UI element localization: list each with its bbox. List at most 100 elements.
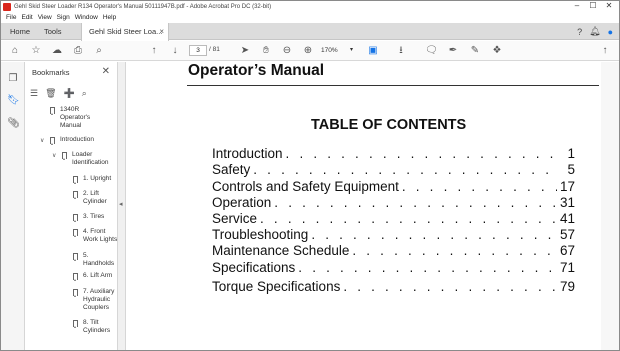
- page-header: Operator’s Manual: [188, 62, 325, 79]
- bookmark-star-icon[interactable]: ☆: [30, 45, 42, 57]
- acrobat-logo-icon: [3, 2, 11, 11]
- toc-entry[interactable]: Specifications. . . . . . . . . . . . . …: [212, 260, 575, 276]
- help-icon[interactable]: ?: [577, 27, 582, 37]
- bookmark-item[interactable]: Loader Identification: [72, 151, 109, 167]
- bookmarks-toolbar: ☰ 🗑︎ ➕ ⌕: [30, 86, 115, 100]
- toc-leader-dots: . . . . . . . . . . . . . . . . . . . . …: [274, 195, 557, 210]
- page-thumbnails-icon[interactable]: ❐: [7, 73, 19, 85]
- bookmark-item[interactable]: 4. Front Work Lights: [83, 228, 117, 244]
- find-bookmark-icon[interactable]: ⌕: [82, 88, 87, 99]
- bookmark-item[interactable]: Introduction: [60, 136, 94, 144]
- tab-tools[interactable]: Tools: [44, 23, 62, 40]
- new-bookmark-icon[interactable]: ➕: [64, 88, 75, 99]
- bookmark-item[interactable]: 2. Lift Cylinder: [83, 190, 107, 206]
- menu-edit[interactable]: Edit: [21, 14, 32, 21]
- toc-leader-dots: . . . . . . . . . . . . . . . . . . . . …: [401, 179, 557, 194]
- document-scrollbar[interactable]: [601, 62, 619, 350]
- upload-icon[interactable]: ☁: [51, 45, 63, 57]
- toc-entry[interactable]: Operation. . . . . . . . . . . . . . . .…: [212, 195, 575, 211]
- toc-entry[interactable]: Maintenance Schedule. . . . . . . . . . …: [212, 243, 575, 259]
- toc-entry-page: 71: [559, 260, 575, 275]
- bookmark-item[interactable]: 5. Handholds: [83, 252, 114, 268]
- close-window-button[interactable]: ✕: [601, 1, 617, 12]
- expand-caret-icon[interactable]: ∨: [40, 137, 44, 144]
- menu-help[interactable]: Help: [103, 14, 116, 21]
- acrobat-window: Gehl Skid Steer Loader R134 Operator's M…: [0, 0, 620, 351]
- window-title: Gehl Skid Steer Loader R134 Operator's M…: [14, 3, 272, 10]
- menu-file[interactable]: File: [6, 14, 16, 21]
- page-down-icon[interactable]: ↓: [169, 45, 181, 57]
- select-arrow-icon[interactable]: ➤: [239, 45, 251, 57]
- zoom-out-icon[interactable]: ⊖: [281, 45, 293, 57]
- maximize-button[interactable]: ☐: [585, 1, 601, 12]
- comment-icon[interactable]: 🗨︎: [425, 45, 438, 57]
- attachments-icon[interactable]: 📎︎: [7, 118, 20, 130]
- zoom-in-icon[interactable]: ⊕: [302, 45, 314, 57]
- collapse-panel-icon[interactable]: ◂: [119, 200, 123, 208]
- tab-document[interactable]: Gehl Skid Steer Loa... ×: [81, 23, 169, 41]
- print-icon[interactable]: ⎙: [72, 45, 84, 57]
- bookmarks-header: Bookmarks: [32, 68, 70, 77]
- menu-view[interactable]: View: [38, 14, 52, 21]
- page-up-icon[interactable]: ↑: [148, 45, 160, 57]
- toc-entry-label: Service: [212, 211, 258, 226]
- toc-leader-dots: . . . . . . . . . . . . . . . . . . . . …: [352, 243, 557, 258]
- close-icon[interactable]: ✕: [102, 66, 110, 77]
- user-icon[interactable]: ●: [608, 27, 613, 37]
- bookmark-item[interactable]: 6. Lift Arm: [83, 272, 112, 280]
- left-rail: ❐ 🔖︎ 📎︎: [1, 62, 25, 350]
- bookmarks-panel-icon[interactable]: 🔖︎: [7, 95, 20, 107]
- bookmark-icon: [62, 152, 67, 160]
- toc-entry-label: Maintenance Schedule: [212, 243, 350, 258]
- hand-icon[interactable]: ✋︎: [260, 45, 272, 57]
- home-icon[interactable]: ⌂: [9, 45, 21, 57]
- toc-leader-dots: . . . . . . . . . . . . . . . . . . . . …: [311, 227, 557, 242]
- toc-entry[interactable]: Safety. . . . . . . . . . . . . . . . . …: [212, 162, 575, 178]
- toc-entry-label: Controls and Safety Equipment: [212, 179, 399, 194]
- options-menu-icon[interactable]: ☰: [30, 88, 38, 99]
- toc-entry[interactable]: Service. . . . . . . . . . . . . . . . .…: [212, 211, 575, 227]
- main-toolbar: ⌂ ☆ ☁ ⎙ ⌕ ↑ ↓ 3 / 81 ➤ ✋︎ ⊖ ⊕ 170% ▾ ▣ ⭳…: [1, 41, 619, 61]
- bookmark-item[interactable]: 1340R Operator's Manual: [60, 106, 90, 130]
- expand-caret-icon[interactable]: ∨: [52, 152, 56, 159]
- menu-window[interactable]: Window: [75, 14, 98, 21]
- search-icon[interactable]: ⌕: [93, 45, 105, 57]
- page-view-icon[interactable]: ▣: [367, 45, 379, 57]
- toc-entry[interactable]: Torque Specifications. . . . . . . . . .…: [212, 279, 575, 295]
- toc-entry[interactable]: Troubleshooting. . . . . . . . . . . . .…: [212, 227, 575, 243]
- bookmark-icon: [50, 137, 55, 145]
- toc-entry-label: Safety: [212, 162, 251, 177]
- toc-entry[interactable]: Controls and Safety Equipment. . . . . .…: [212, 179, 575, 195]
- delete-icon[interactable]: 🗑︎: [45, 88, 56, 99]
- bookmark-item[interactable]: 1. Upright: [83, 175, 111, 183]
- tab-close-icon[interactable]: ×: [159, 23, 164, 40]
- bell-icon[interactable]: 🔔︎: [589, 26, 600, 37]
- zoom-select[interactable]: 170% ▾: [321, 45, 353, 56]
- title-bar: Gehl Skid Steer Loader R134 Operator's M…: [1, 1, 619, 12]
- bookmark-icon: [73, 289, 78, 297]
- toc-entry-page: 57: [559, 227, 575, 242]
- page-number-input[interactable]: 3: [189, 45, 207, 56]
- tab-home[interactable]: Home: [10, 23, 30, 40]
- toc-title: TABLE OF CONTENTS: [311, 117, 467, 133]
- bookmark-item[interactable]: 8. Tilt Cylinders: [83, 319, 110, 335]
- minimize-button[interactable]: –: [569, 1, 585, 12]
- toc-entry[interactable]: Introduction. . . . . . . . . . . . . . …: [212, 146, 575, 162]
- zoom-value: 170%: [321, 47, 338, 54]
- document-view[interactable]: Operator’s Manual TABLE OF CONTENTS Intr…: [127, 62, 601, 350]
- scroll-mode-icon[interactable]: ⭳: [395, 45, 407, 57]
- header-rule: [187, 85, 599, 86]
- bookmark-item[interactable]: 7. Auxiliary Hydraulic Couplers: [83, 288, 114, 312]
- sign-icon[interactable]: ✎: [469, 45, 481, 57]
- share-icon[interactable]: ↑: [599, 45, 611, 57]
- pen-icon[interactable]: ✒: [447, 45, 459, 57]
- tag-icon[interactable]: ❖: [491, 45, 503, 57]
- bookmark-icon: [73, 253, 78, 261]
- bookmark-icon: [73, 320, 78, 328]
- bookmark-item[interactable]: 3. Tires: [83, 213, 104, 221]
- panel-splitter[interactable]: ◂: [118, 62, 126, 350]
- bookmark-icon: [50, 107, 55, 115]
- toc-entry-page: 1: [567, 146, 575, 161]
- toc-entry-page: 31: [559, 195, 575, 210]
- menu-sign[interactable]: Sign: [57, 14, 70, 21]
